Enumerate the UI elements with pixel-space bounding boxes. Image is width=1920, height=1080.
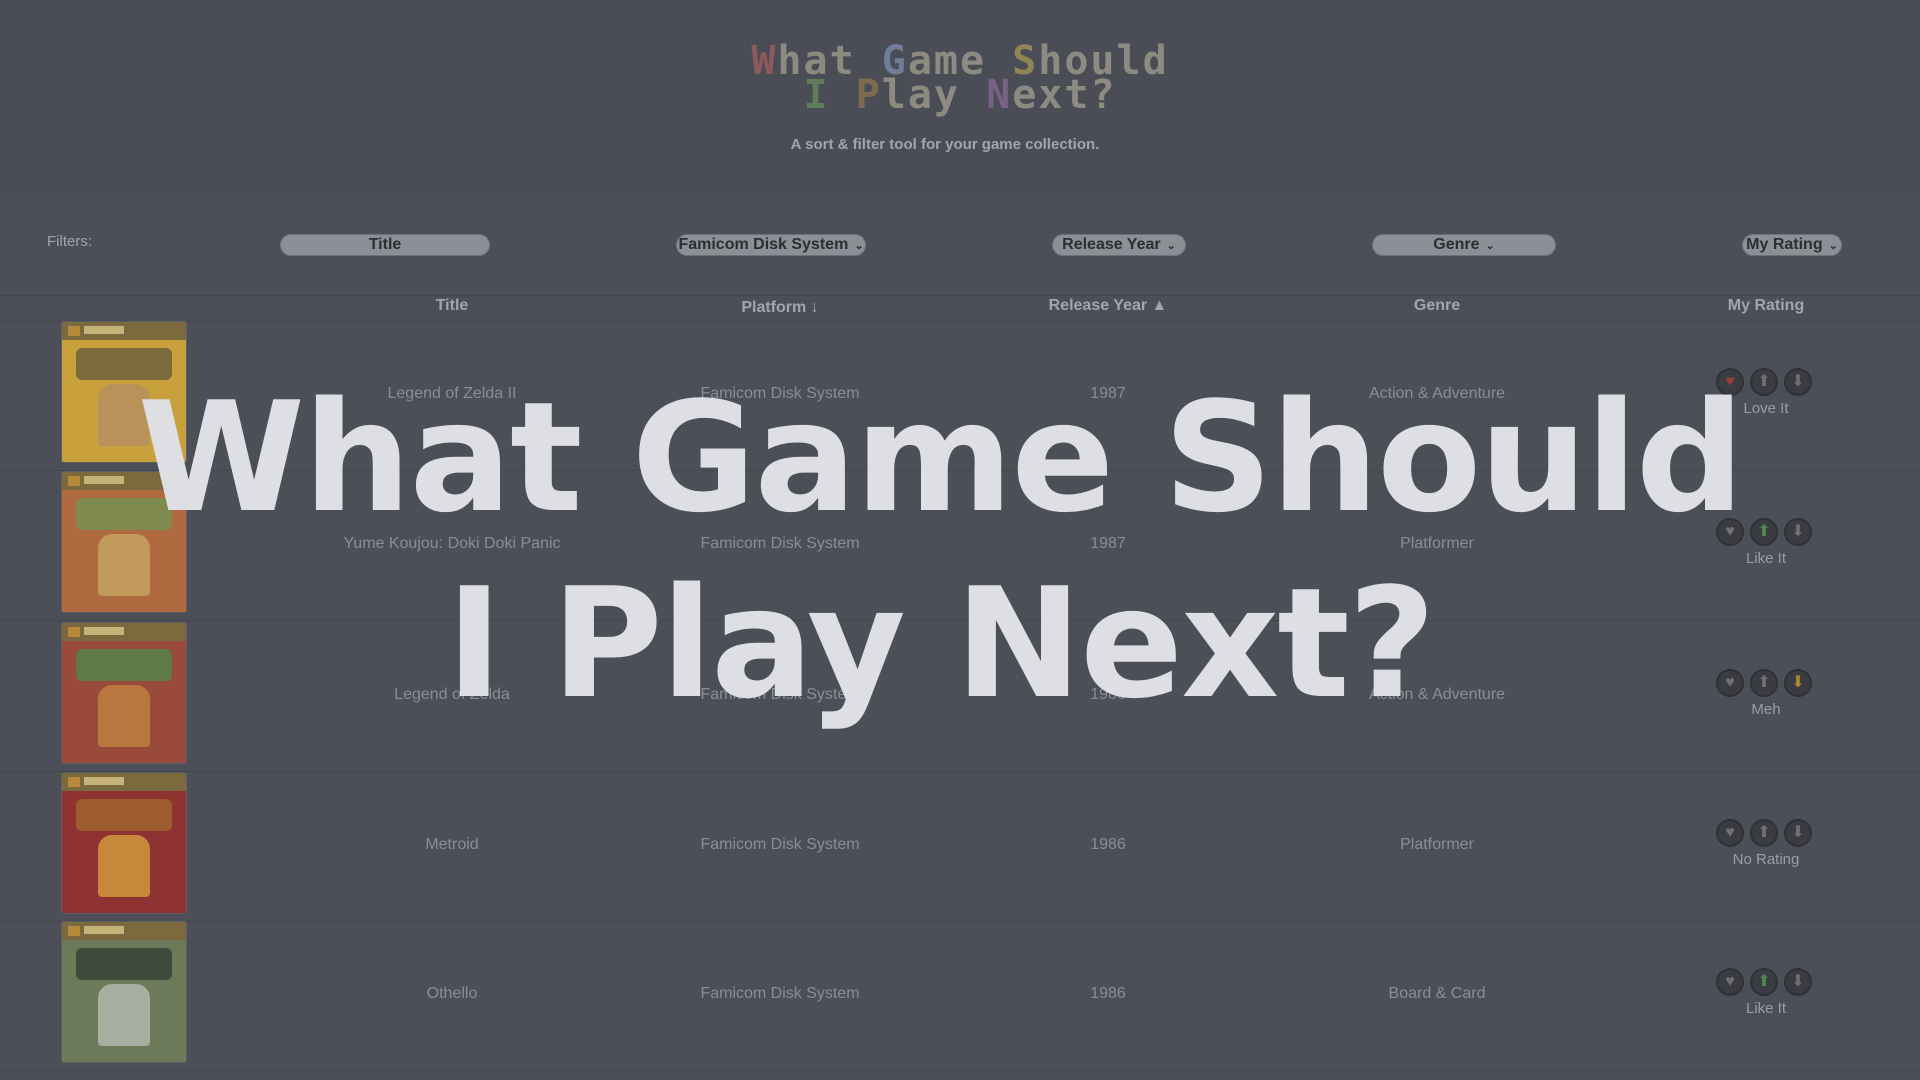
thumbs-up-icon[interactable]: ⬆ xyxy=(1750,968,1778,996)
app-root: What Game Should I Play Next? A sort & f… xyxy=(0,0,1920,1080)
site-subtitle: A sort & filter tool for your game colle… xyxy=(790,136,1100,153)
cell-title: Othello xyxy=(426,985,478,1002)
disk-system-banner xyxy=(62,773,186,791)
rating-label: No Rating xyxy=(1732,851,1800,868)
cell-genre: Board & Card xyxy=(1388,985,1486,1002)
thumbs-down-icon[interactable]: ⬇ xyxy=(1784,819,1812,847)
genre-filter-select[interactable]: Genre ⌄ xyxy=(1372,234,1556,256)
filters-label: Filters: xyxy=(47,233,92,250)
table-row[interactable]: Metroid Famicom Disk System 1986 Platformer… xyxy=(0,771,1920,922)
column-header-platform[interactable]: Platform ↓ xyxy=(741,299,818,317)
my-rating-filter-select[interactable]: My Rating ⌄ xyxy=(1742,234,1842,256)
cell-genre: Platformer xyxy=(1400,836,1474,853)
chevron-down-icon: ⌄ xyxy=(1828,240,1838,252)
title-word: ext? xyxy=(1012,72,1117,118)
title-letter: I xyxy=(803,72,830,118)
title-letter: W xyxy=(751,38,778,84)
overlay-title-line-1: What Game Should xyxy=(137,369,1745,546)
chevron-down-icon: ⌄ xyxy=(1166,240,1176,252)
cell-title: Metroid xyxy=(425,836,479,853)
cell-platform: Famicom Disk System xyxy=(700,985,860,1002)
cell-platform: Famicom Disk System xyxy=(700,836,860,853)
site-header: What Game Should I Play Next? A sort & f… xyxy=(0,0,1920,195)
release-year-filter-value: Release Year xyxy=(1062,236,1161,253)
title-letter: P xyxy=(855,72,882,118)
my-rating-filter-value: My Rating xyxy=(1746,236,1823,253)
thumbs-down-icon[interactable]: ⬇ xyxy=(1784,968,1812,996)
disk-logo-icon xyxy=(68,777,80,787)
column-header-genre[interactable]: Genre xyxy=(1414,297,1460,315)
genre-filter-value: Genre xyxy=(1433,236,1480,253)
overlay-title: What Game Should I Play Next? xyxy=(0,365,1880,737)
title-letter: N xyxy=(986,72,1013,118)
brand-mark xyxy=(84,326,124,334)
cell-release-year: 1986 xyxy=(1090,985,1126,1002)
cover-art-figure xyxy=(98,835,150,897)
heart-icon[interactable]: ♥ xyxy=(1716,819,1744,847)
title-word: lay xyxy=(881,72,987,118)
brand-mark xyxy=(84,926,124,934)
pixel-logo-title: What Game Should I Play Next? xyxy=(0,41,1920,115)
game-cover-image xyxy=(62,922,186,1062)
filters-bar: Filters: Title Famicom Disk System ⌄ Rele… xyxy=(0,195,1920,295)
heart-icon[interactable]: ♥ xyxy=(1716,968,1744,996)
brand-mark xyxy=(84,777,124,785)
game-cover-image xyxy=(62,773,186,913)
cover-logo xyxy=(76,799,172,831)
title-filter-label: Title xyxy=(368,236,402,253)
chevron-down-icon: ⌄ xyxy=(854,240,864,252)
column-header-release-year[interactable]: Release Year ▲ xyxy=(1049,297,1168,315)
disk-logo-icon xyxy=(68,926,80,936)
cover-logo xyxy=(76,948,172,980)
column-header-title[interactable]: Title xyxy=(436,297,469,315)
table-header: Title Platform ↓ Release Year ▲ Genre My… xyxy=(0,295,1920,322)
disk-system-banner xyxy=(62,922,186,940)
disk-system-banner xyxy=(62,322,186,340)
cell-release-year: 1986 xyxy=(1090,836,1126,853)
title-space xyxy=(830,72,856,118)
table-row[interactable]: Othello Famicom Disk System 1986 Board & Ca… xyxy=(0,920,1920,1071)
cover-art-figure xyxy=(98,984,150,1046)
thumbs-up-icon[interactable]: ⬆ xyxy=(1750,819,1778,847)
release-year-filter-select[interactable]: Release Year ⌄ xyxy=(1052,234,1186,256)
platform-filter-value: Famicom Disk System xyxy=(678,236,849,253)
chevron-down-icon: ⌄ xyxy=(1485,240,1495,252)
disk-logo-icon xyxy=(68,326,80,336)
title-filter-input[interactable]: Title xyxy=(280,234,490,256)
platform-filter-select[interactable]: Famicom Disk System ⌄ xyxy=(676,234,866,256)
overlay-title-line-2: I Play Next? xyxy=(445,555,1436,732)
column-header-my-rating[interactable]: My Rating xyxy=(1728,297,1804,315)
rating-label: Like It xyxy=(1745,1000,1787,1017)
